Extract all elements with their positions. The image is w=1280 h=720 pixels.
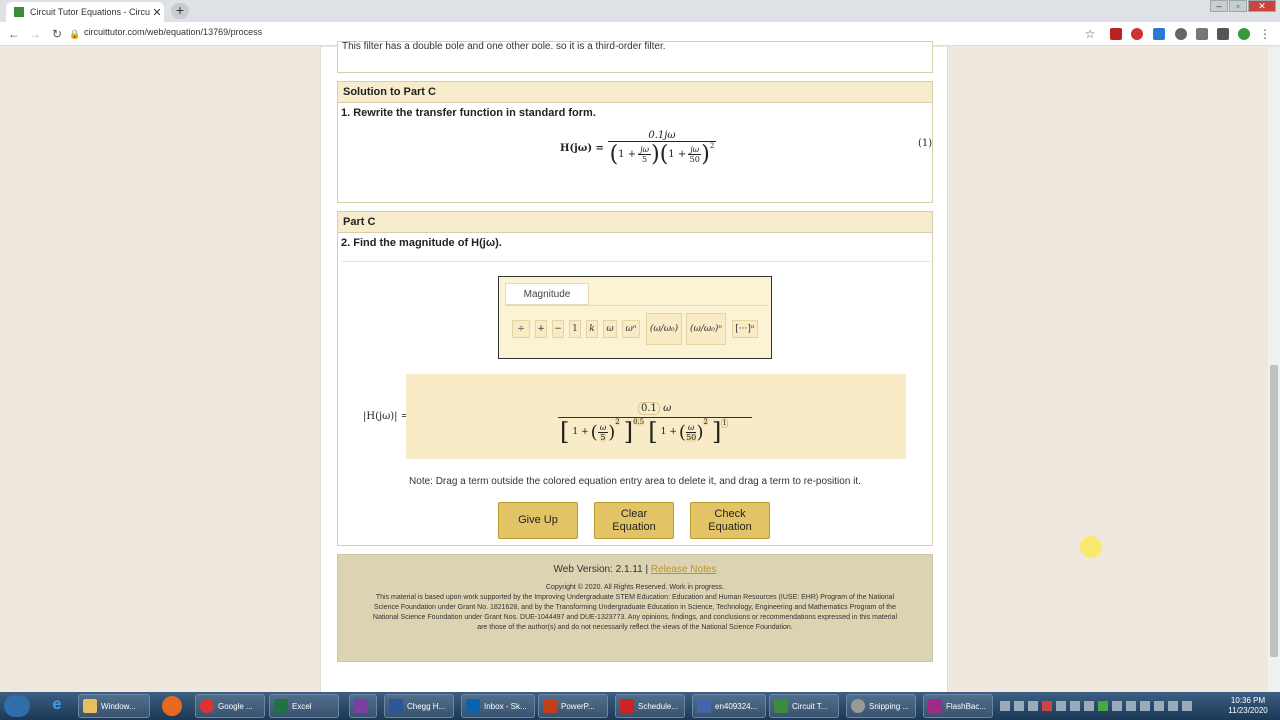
cut-off-text: This filter has a double pole and one ot… xyxy=(342,41,666,49)
tray-icon xyxy=(1056,701,1066,711)
system-tray xyxy=(1000,696,1218,716)
taskbar-item-snipping[interactable]: Snipping ... xyxy=(846,694,916,718)
new-tab-button[interactable]: + xyxy=(171,3,189,19)
clock[interactable]: 10:36 PM 11/23/2020 xyxy=(1222,696,1274,716)
tab-bar: Circuit Tutor Equations - Circuit T ✕ + … xyxy=(0,0,1280,22)
drag-note: Note: Drag a term outside the colored eq… xyxy=(409,476,861,487)
taskbar-item-inbox[interactable]: Inbox - Sk... xyxy=(461,694,535,718)
taskbar-item-excel[interactable]: Excel xyxy=(269,694,339,718)
taskbar-item-flashback[interactable]: FlashBac... xyxy=(923,694,993,718)
answer-denominator[interactable]: [ 1 + ( ω5 ) 2 ] 0.5 [ 1 + ( ω 50 ) 2 ] 1 xyxy=(560,418,728,446)
answer-numerator[interactable]: 0.1 ω xyxy=(638,402,671,415)
lock-icon: 🔒 xyxy=(69,29,81,39)
pdf-extension-icon[interactable] xyxy=(1110,28,1122,40)
one-term[interactable]: 1 xyxy=(569,320,581,338)
part-c-header: Part C xyxy=(338,212,932,233)
tray-icon xyxy=(1112,701,1122,711)
equation-entry-area[interactable]: 0.1 ω [ 1 + ( ω5 ) 2 ] 0.5 [ 1 + ( ω 50 )… xyxy=(406,374,906,459)
tab-title: Circuit Tutor Equations - Circuit T xyxy=(30,7,150,17)
tray-icon xyxy=(1028,701,1038,711)
magnitude-tab[interactable]: Magnitude xyxy=(505,283,589,305)
nsf-acknowledgement: This material is based upon work support… xyxy=(372,594,898,631)
divide-term[interactable]: ÷ xyxy=(512,320,530,338)
close-tab-icon[interactable]: ✕ xyxy=(150,6,164,19)
plus-term[interactable]: + xyxy=(535,320,547,338)
tray-icon xyxy=(1126,701,1136,711)
scrollbar[interactable] xyxy=(1268,47,1280,692)
omega-ratio-power-term[interactable]: (ω/ω₀)ⁿ xyxy=(686,313,726,345)
adblock-extension-icon[interactable] xyxy=(1131,28,1143,40)
clear-equation-button[interactable]: Clear Equation xyxy=(594,502,674,539)
forward-icon[interactable]: → xyxy=(27,26,43,42)
tray-icon xyxy=(1084,701,1094,711)
firefox-icon[interactable] xyxy=(162,696,182,716)
browser-tab[interactable]: Circuit Tutor Equations - Circuit T ✕ xyxy=(6,2,164,22)
tray-icon xyxy=(1014,701,1024,711)
release-notes-link[interactable]: Release Notes xyxy=(651,564,717,575)
page-content: This filter has a double pole and one ot… xyxy=(320,41,948,692)
term-palette: Magnitude ÷ + − 1 k ω ωⁿ (ω/ω₀) (ω/ω₀)ⁿ … xyxy=(498,276,772,359)
bracket-power-term[interactable]: [···]ⁿ xyxy=(732,320,758,338)
tray-icon xyxy=(1168,701,1178,711)
scrollbar-thumb[interactable] xyxy=(1270,365,1278,657)
omega-term[interactable]: ω xyxy=(603,320,617,338)
taskbar-item-google[interactable]: Google ... xyxy=(195,694,265,718)
coefficient-term[interactable]: 0.1 xyxy=(638,402,660,415)
tray-icon xyxy=(1042,701,1052,711)
onenote-icon[interactable] xyxy=(349,694,377,718)
taskbar-item-schedule[interactable]: Schedule... xyxy=(615,694,685,718)
puzzle-icon[interactable] xyxy=(1217,28,1229,40)
give-up-button[interactable]: Give Up xyxy=(498,502,578,539)
omega-power-term[interactable]: ωⁿ xyxy=(622,320,640,338)
part-c-step: 2. Find the magnitude of H(jω). xyxy=(341,237,502,249)
taskbar-item-chegg[interactable]: Chegg H... xyxy=(384,694,454,718)
omega-ratio-term[interactable]: (ω/ω₀) xyxy=(646,313,682,345)
exponent-half[interactable]: 0.5 xyxy=(633,418,645,426)
tray-icon xyxy=(1098,701,1108,711)
transfer-function-equation: H(jω) = 0.1jω (1 + jω 5) (1 + jω 50) 2 xyxy=(560,130,716,167)
taskbar-item-powerpoint[interactable]: PowerP... xyxy=(538,694,608,718)
minimize-icon[interactable]: – xyxy=(1210,0,1228,12)
answer-lhs: |H(jω)| = xyxy=(363,411,410,422)
minus-term[interactable]: − xyxy=(552,320,564,338)
solution-step: 1. Rewrite the transfer function in stan… xyxy=(341,107,596,119)
tray-icon xyxy=(1182,701,1192,711)
solution-header: Solution to Part C xyxy=(338,82,932,103)
avatar[interactable] xyxy=(1238,28,1250,40)
ie-icon[interactable]: e xyxy=(46,696,68,716)
k-term[interactable]: k xyxy=(586,320,598,338)
extension-icon[interactable] xyxy=(1175,28,1187,40)
tray-icon xyxy=(1070,701,1080,711)
windows-taskbar: e Window... Google ... Excel Chegg H... … xyxy=(0,692,1280,720)
maximize-icon[interactable]: ▫ xyxy=(1229,0,1247,12)
extension-icon[interactable] xyxy=(1153,28,1165,40)
check-equation-button[interactable]: Check Equation xyxy=(690,502,770,539)
favicon-icon xyxy=(14,7,24,17)
taskbar-item-en409324[interactable]: en409324... xyxy=(692,694,766,718)
cursor-highlight xyxy=(1080,536,1102,558)
start-button[interactable] xyxy=(4,695,30,717)
copyright-text: Copyright © 2020. All Rights Reserved. W… xyxy=(545,584,725,591)
divider xyxy=(342,261,930,262)
bookmark-star-icon[interactable]: ☆ xyxy=(1082,26,1098,42)
address-bar[interactable]: circuittutor.com/web/equation/13769/proc… xyxy=(84,27,262,37)
footer: Web Version: 2.1.11 | Release Notes Copy… xyxy=(337,554,933,662)
back-icon[interactable]: ← xyxy=(6,26,22,42)
tray-icon xyxy=(1140,701,1150,711)
equation-number: (1) xyxy=(918,138,933,149)
extension-icon[interactable] xyxy=(1196,28,1208,40)
taskbar-item-circuit-tutor[interactable]: Circuit T... xyxy=(769,694,839,718)
solution-section: Solution to Part C 1. Rewrite the transf… xyxy=(337,81,933,203)
menu-icon[interactable]: ⋮ xyxy=(1257,26,1273,42)
close-window-icon[interactable]: ✕ xyxy=(1248,0,1276,12)
reload-icon[interactable]: ↻ xyxy=(49,26,65,42)
previous-section: This filter has a double pole and one ot… xyxy=(337,41,933,73)
tray-icon xyxy=(1154,701,1164,711)
tray-icon xyxy=(1000,701,1010,711)
taskbar-item-windows[interactable]: Window... xyxy=(78,694,150,718)
version-text: Web Version: 2.1.11 | xyxy=(553,564,649,575)
